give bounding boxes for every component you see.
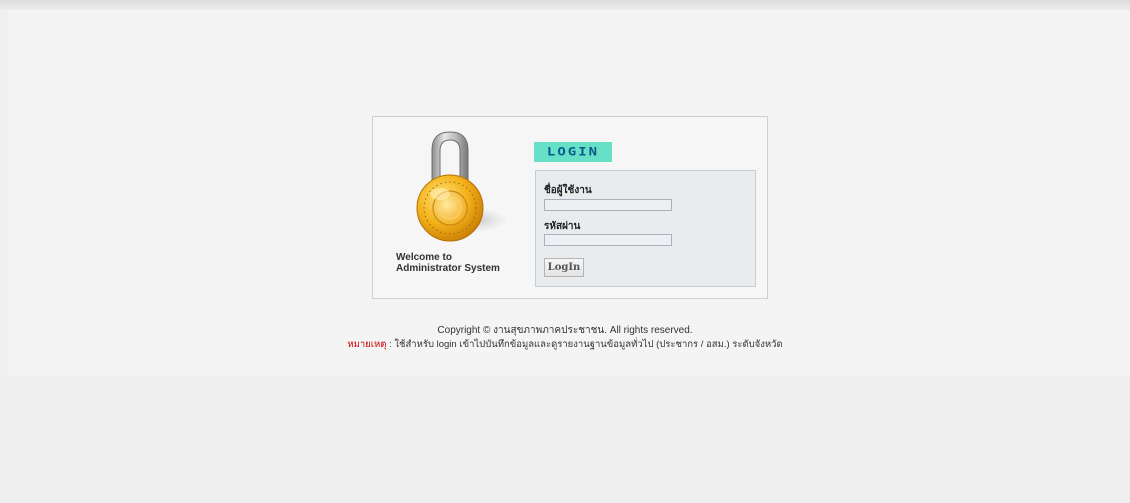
login-button[interactable]: LogIn [544, 258, 584, 277]
welcome-line-1: Welcome to [396, 252, 452, 263]
copyright-text: Copyright © งานสุขภาพภาคประชาชน. All rig… [437, 325, 693, 336]
username-input[interactable] [544, 199, 672, 211]
page-lower-area [0, 376, 1130, 503]
login-heading: LOGIN [534, 142, 612, 162]
note-text: ใช้สำหรับ login เข้าไปบันทึกข้อมูลและดูร… [394, 339, 783, 350]
password-label: รหัสผ่าน [544, 221, 581, 232]
top-strip [0, 0, 1130, 10]
welcome-line-2: Administrator System [396, 263, 500, 274]
username-label: ชื่อผู้ใช้งาน [544, 185, 592, 196]
note-line: หมายเหตุ : ใช้สำหรับ login เข้าไปบันทึกข… [0, 339, 1130, 351]
padlock-icon [416, 131, 508, 242]
note-label: หมายเหตุ [347, 339, 387, 350]
login-heading-text: LOGIN [546, 145, 600, 159]
welcome-text: Welcome to Administrator System [396, 252, 526, 274]
password-input[interactable] [544, 234, 672, 246]
